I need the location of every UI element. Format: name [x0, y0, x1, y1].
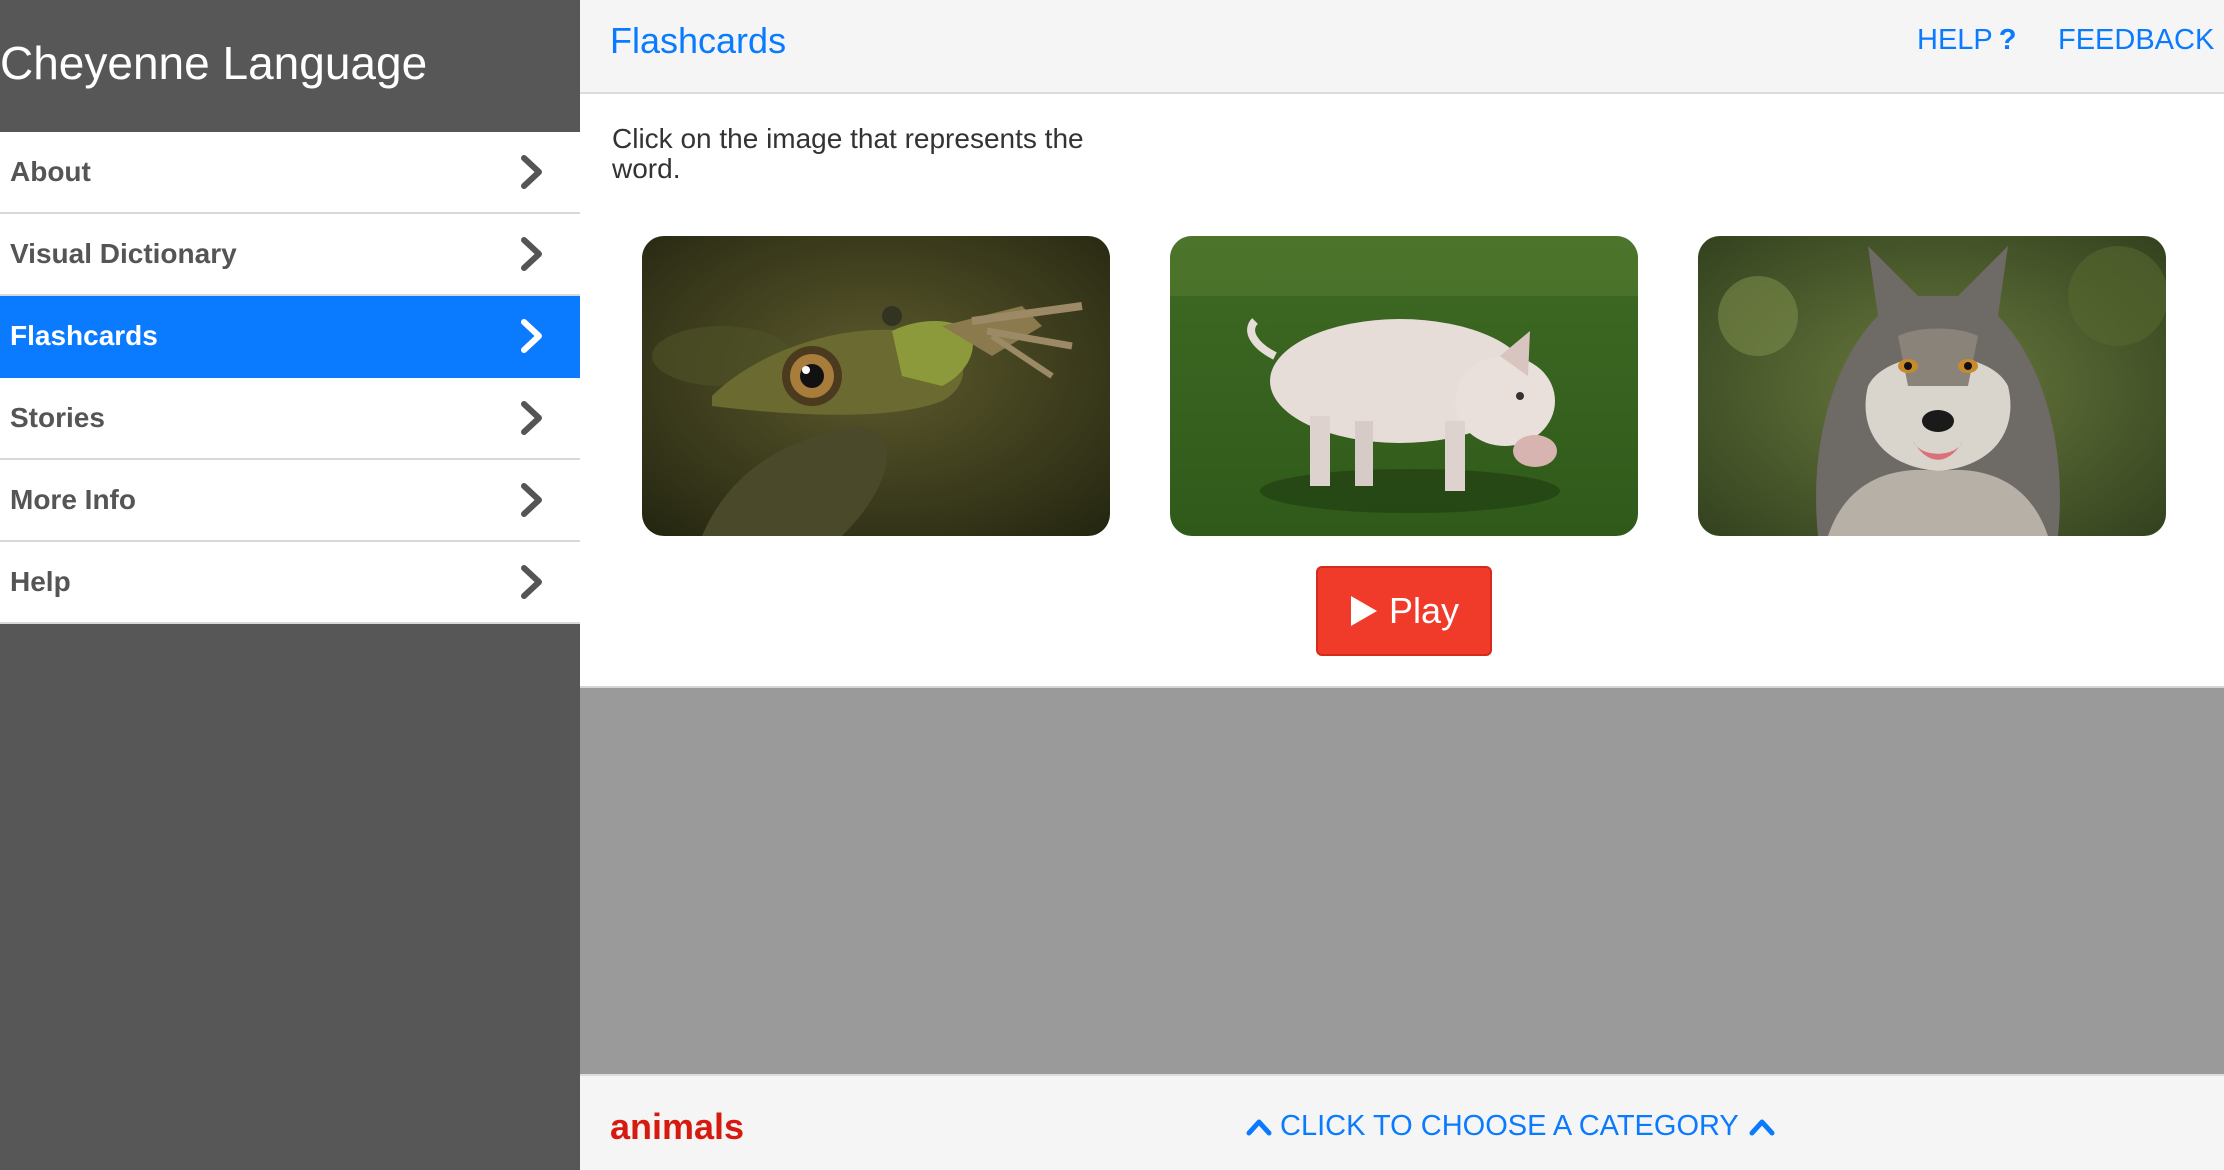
sidebar-item-more-info[interactable]: More Info: [0, 460, 580, 542]
top-header: Flashcards HELP? FEEDBACK: [580, 0, 2224, 94]
sidebar-item-label: Visual Dictionary: [10, 238, 237, 269]
sidebar-item-stories[interactable]: Stories: [0, 378, 580, 460]
chevron-right-icon: [514, 234, 550, 274]
help-link[interactable]: HELP?: [1917, 24, 2016, 57]
play-label: Play: [1388, 590, 1460, 631]
category-footer: animals CLICK TO CHOOSE A CATEGORY: [580, 1074, 2224, 1170]
chevron-up-icon: [1246, 1118, 1272, 1136]
chevron-up-icon: [1749, 1118, 1775, 1136]
sidebar-item-flashcards[interactable]: Flashcards: [0, 296, 580, 378]
pig-image[interactable]: [1170, 236, 1638, 536]
sidebar-item-label: More Info: [10, 484, 136, 515]
chevron-right-icon: [514, 316, 550, 356]
instructions-text: Click on the image that represents the w…: [612, 123, 1084, 184]
help-label: HELP: [1917, 24, 1993, 56]
play-button[interactable]: Play: [1316, 566, 1492, 656]
sidebar-item-help[interactable]: Help: [0, 542, 580, 624]
page-title: Flashcards: [610, 20, 787, 61]
chevron-right-icon: [514, 152, 550, 192]
sidebar-item-label: Help: [10, 566, 71, 597]
app-title: Cheyenne Language: [0, 37, 428, 89]
sidebar-item-label: About: [10, 156, 91, 187]
sidebar-nav: About Visual Dictionary Flashcards Stori…: [0, 132, 580, 624]
sidebar-item-label: Stories: [10, 402, 105, 433]
flashcard-panel: Click on the image that represents the w…: [580, 94, 2224, 688]
feedback-link[interactable]: FEEDBACK: [2058, 24, 2214, 57]
sidebar-item-label: Flashcards: [10, 320, 158, 351]
chevron-right-icon: [514, 480, 550, 520]
sidebar-item-about[interactable]: About: [0, 132, 580, 214]
current-category: animals: [610, 1106, 745, 1147]
chevron-right-icon: [514, 398, 550, 438]
sidebar: Cheyenne Language About Visual Dictionar…: [0, 0, 580, 1170]
sidebar-item-visual-dictionary[interactable]: Visual Dictionary: [0, 214, 580, 296]
wolf-image[interactable]: [1698, 236, 2166, 536]
choose-category-label: CLICK TO CHOOSE A CATEGORY: [1280, 1110, 1739, 1142]
choose-category-button[interactable]: CLICK TO CHOOSE A CATEGORY: [1246, 1110, 1775, 1143]
frog-image[interactable]: [642, 236, 1110, 536]
play-icon: [1350, 596, 1377, 626]
chevron-right-icon: [514, 562, 550, 602]
question-mark-icon: ?: [1998, 24, 2017, 56]
